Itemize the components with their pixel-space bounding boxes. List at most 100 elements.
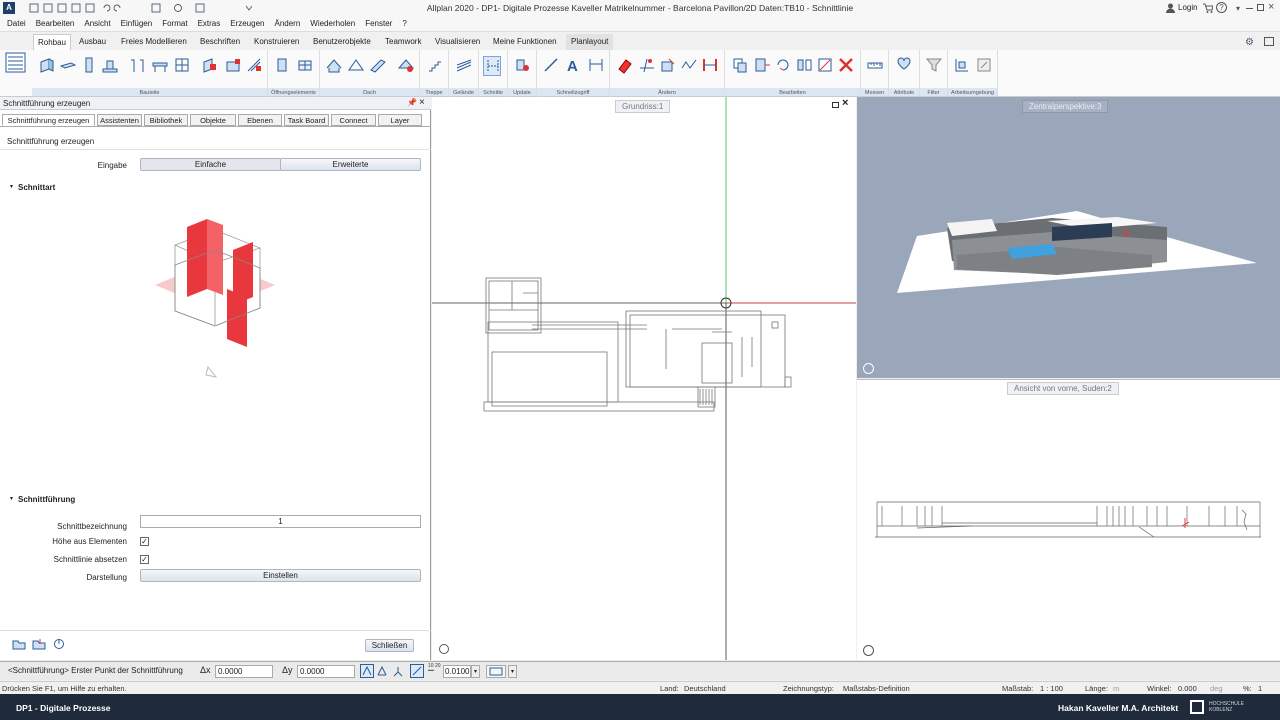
schliessen-button[interactable]: Schließen: [365, 639, 414, 652]
niche-icon[interactable]: [224, 56, 242, 76]
menu-ansicht[interactable]: Ansicht: [79, 16, 115, 32]
intersect-icon[interactable]: [638, 56, 656, 76]
attribute-icon[interactable]: [895, 56, 913, 76]
zeichnungstyp-value[interactable]: Maßstabs-Definition: [843, 684, 910, 693]
perspective-viewport[interactable]: Zentralperspektive:3: [857, 97, 1280, 378]
panel-tab-connect[interactable]: Connect: [331, 114, 376, 126]
grid-options-icon[interactable]: [486, 665, 506, 678]
copy-icon[interactable]: [731, 56, 749, 76]
snap-line-icon[interactable]: [376, 665, 388, 679]
wall-icon[interactable]: [38, 56, 56, 76]
dormer-icon[interactable]: [347, 56, 365, 76]
dimension-icon[interactable]: [587, 56, 605, 76]
tab-meine-funktionen[interactable]: Meine Funktionen: [493, 34, 557, 50]
line-icon[interactable]: [542, 56, 560, 76]
menu-extras[interactable]: Extras: [193, 16, 226, 32]
user-icon[interactable]: [1166, 3, 1175, 13]
workspace-icon[interactable]: [953, 56, 971, 76]
snap-point-icon[interactable]: [360, 664, 374, 678]
text-icon[interactable]: A: [564, 56, 582, 76]
schnittbezeichnung-input[interactable]: 1: [140, 515, 421, 528]
measure-icon[interactable]: [866, 56, 884, 76]
tab-visualisieren[interactable]: Visualisieren: [435, 34, 480, 50]
zoom-icon[interactable]: [975, 56, 993, 76]
login-link[interactable]: Login: [1178, 3, 1198, 12]
reset-icon[interactable]: [53, 638, 65, 652]
roof-covering-icon[interactable]: [397, 56, 415, 76]
foundation-icon[interactable]: [101, 56, 119, 76]
tab-rohbau[interactable]: Rohbau: [33, 34, 71, 50]
window-maximize-icon[interactable]: [1257, 4, 1264, 11]
settings-gear-icon[interactable]: ⚙: [1245, 37, 1254, 48]
panel-close-icon[interactable]: ×: [419, 97, 425, 108]
einstellen-button[interactable]: Einstellen: [140, 569, 421, 582]
snap-mid-icon[interactable]: [392, 665, 404, 679]
schnittart-collapse-icon[interactable]: ▾: [10, 183, 13, 190]
roof-icon[interactable]: [325, 56, 343, 76]
dy-input[interactable]: 0.0000: [297, 665, 355, 678]
stretch-icon[interactable]: [659, 56, 677, 76]
lintel-icon[interactable]: [151, 56, 169, 76]
tab-benutzerobjekte[interactable]: Benutzerobjekte: [313, 34, 371, 50]
update-icon[interactable]: [513, 56, 531, 76]
percent-value[interactable]: 1: [1258, 684, 1262, 693]
tab-beschriften[interactable]: Beschriften: [200, 34, 240, 50]
menu-fenster[interactable]: Fenster: [360, 16, 397, 32]
beam-icon[interactable]: [128, 56, 146, 76]
modify-points-icon[interactable]: [680, 56, 698, 76]
panel-tab-schnittfuehrung[interactable]: Schnittführung erzeugen: [2, 114, 95, 126]
panel-tab-ebenen[interactable]: Ebenen: [238, 114, 282, 126]
tab-planlayout[interactable]: Planlayout: [566, 34, 614, 50]
step-dropdown-icon[interactable]: ▾: [471, 665, 480, 678]
tab-teamwork[interactable]: Teamwork: [385, 34, 421, 50]
navigation-cube-icon[interactable]: [863, 645, 874, 656]
menu-datei[interactable]: Datei: [0, 16, 31, 32]
tab-konstruieren[interactable]: Konstruieren: [254, 34, 299, 50]
einfache-button[interactable]: Einfache: [140, 158, 281, 171]
panel-tab-task-board[interactable]: Task Board: [284, 114, 329, 126]
navigator-icon[interactable]: [4, 52, 28, 74]
roof-plane-icon[interactable]: [369, 56, 387, 76]
recess-icon[interactable]: [245, 56, 263, 76]
step-input[interactable]: 0.0100: [443, 665, 471, 678]
filter-icon[interactable]: [925, 56, 943, 76]
favorites-open-icon[interactable]: [12, 638, 26, 652]
dx-input[interactable]: 0.0000: [215, 665, 273, 678]
navigation-cube-icon[interactable]: [439, 644, 449, 654]
window-minimize-icon[interactable]: [1246, 8, 1253, 9]
mirror-icon[interactable]: [795, 56, 813, 76]
cancel-icon[interactable]: [837, 56, 855, 76]
menu-aendern[interactable]: Ändern: [269, 16, 305, 32]
menu-help[interactable]: ?: [397, 16, 411, 32]
menu-bearbeiten[interactable]: Bearbeiten: [31, 16, 80, 32]
slab-icon[interactable]: [59, 56, 77, 76]
schnittlinie-checkbox[interactable]: ✓: [140, 555, 149, 564]
door-icon[interactable]: [296, 56, 314, 76]
quick-access-toolbar[interactable]: [22, 3, 253, 13]
panel-tab-bibliothek[interactable]: Bibliothek: [144, 114, 188, 126]
section-icon[interactable]: [483, 56, 501, 76]
move-icon[interactable]: [753, 56, 771, 76]
step-icon[interactable]: 10 20 ━━: [428, 664, 441, 674]
grid-icon[interactable]: [173, 56, 191, 76]
navigation-cube-icon[interactable]: [863, 363, 874, 374]
column-icon[interactable]: [80, 56, 98, 76]
quick-access-icons[interactable]: [22, 3, 253, 13]
scale-icon[interactable]: [816, 56, 834, 76]
erweiterte-button[interactable]: Erweiterte: [280, 158, 421, 171]
window-close-icon[interactable]: ×: [1268, 1, 1274, 13]
minimize-icon[interactable]: ▾: [1236, 4, 1240, 13]
schnittfuehrung-collapse-icon[interactable]: ▾: [10, 495, 13, 502]
grundriss-viewport[interactable]: Grundriss:1 ×: [432, 97, 856, 660]
panel-tab-layer[interactable]: Layer: [378, 114, 422, 126]
help-icon[interactable]: ?: [1216, 2, 1227, 13]
rotate-icon[interactable]: [774, 56, 792, 76]
stair-icon[interactable]: [426, 56, 444, 76]
pin-icon[interactable]: 📌: [407, 98, 417, 107]
opening-icon[interactable]: [201, 56, 219, 76]
collapse-ribbon-icon[interactable]: [1264, 37, 1274, 46]
front-view-viewport[interactable]: Ansicht von vorne, Suden:2: [857, 379, 1280, 660]
panel-tab-objekte[interactable]: Objekte: [190, 114, 236, 126]
direction-icon[interactable]: [410, 664, 424, 678]
menu-einfuegen[interactable]: Einfügen: [116, 16, 158, 32]
